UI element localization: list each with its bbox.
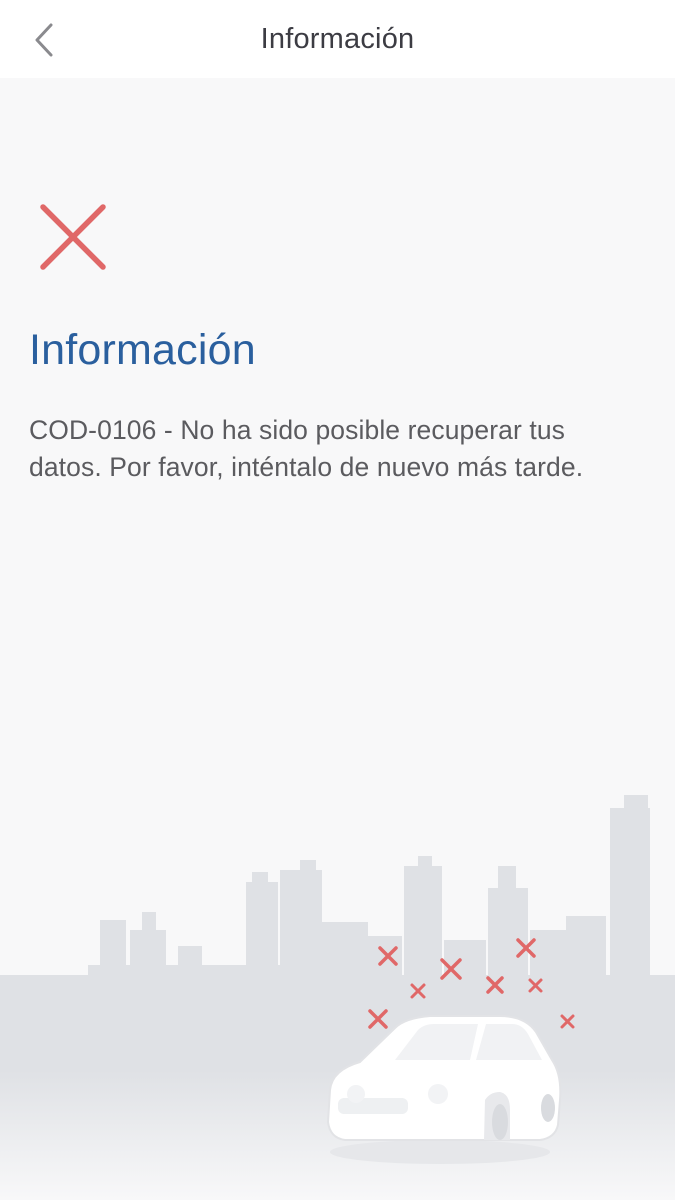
error-screen: Información Información COD-0106 - No ha… [0, 0, 675, 1200]
navigation-bar: Información [0, 0, 675, 78]
error-heading: Información [29, 326, 256, 374]
close-x-icon [40, 204, 106, 270]
page-title: Información [260, 23, 415, 55]
error-message: COD-0106 - No ha sido posible recuperar … [29, 415, 584, 482]
city-skyline-broken-car-illustration [0, 795, 675, 1200]
